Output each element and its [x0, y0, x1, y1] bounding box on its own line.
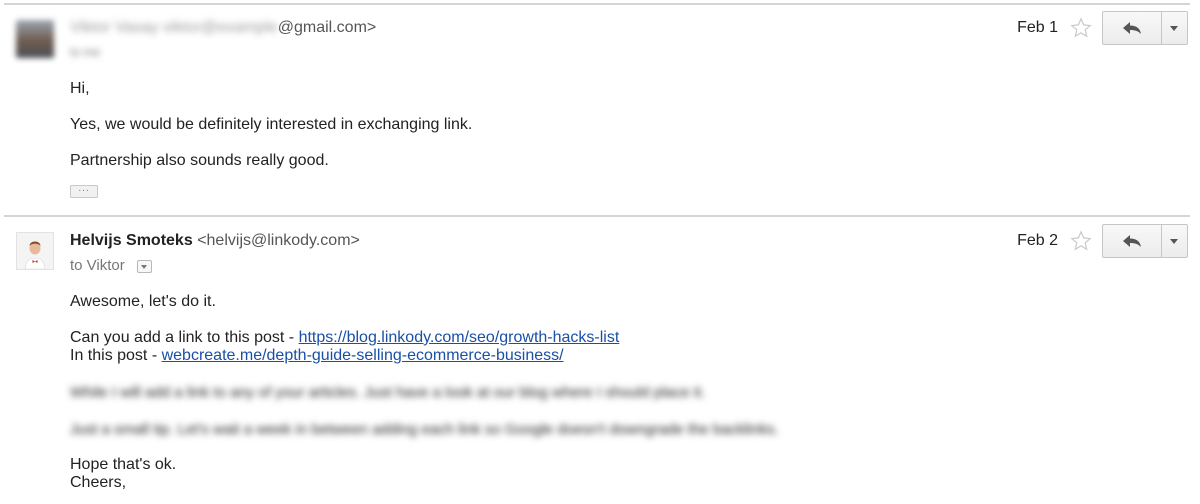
message-2-date: Feb 2 — [1017, 232, 1058, 249]
reply-button[interactable] — [1103, 12, 1162, 44]
star-icon[interactable] — [1070, 230, 1092, 252]
sender-email: <helvijs@linkody.com> — [197, 232, 360, 249]
message-2-link-line: Can you add a link to this post - https:… — [70, 329, 619, 347]
show-details-icon[interactable] — [136, 259, 152, 273]
sender-email-domain: @gmail.com> — [277, 19, 377, 36]
message-2-greeting: Awesome, let's do it. — [70, 293, 216, 310]
message-1-sender[interactable]: Viktor Vasay viktor@example@gmail.com> — [70, 19, 376, 37]
sender-avatar[interactable] — [16, 232, 54, 270]
sender-avatar[interactable] — [16, 20, 54, 58]
message-1-date: Feb 1 — [1017, 19, 1058, 36]
person-photo-icon — [17, 233, 53, 269]
closing-line: Hope that's ok. — [70, 456, 177, 473]
message-1-recipient[interactable]: to me — [70, 45, 100, 59]
message-1-line: Yes, we would be definitely interested i… — [70, 116, 473, 133]
message-1-line: Hi, — [70, 80, 90, 97]
recipient-label: to Viktor — [70, 257, 125, 274]
message-1-line: Partnership also sounds really good. — [70, 152, 329, 169]
closing-line: Cheers, — [70, 474, 127, 491]
reply-button[interactable] — [1103, 225, 1162, 257]
more-options-button[interactable] — [1161, 225, 1187, 257]
sender-email-redacted: viktor@example — [162, 19, 278, 36]
sender-name-redacted: Viktor Vasay — [70, 19, 159, 36]
reply-icon — [1123, 22, 1141, 34]
reply-button-group — [1102, 224, 1188, 258]
link-line-prefix: In this post - — [70, 347, 162, 364]
message-divider-top — [4, 3, 1190, 5]
message-2-recipient[interactable]: to Viktor — [70, 257, 152, 274]
message-2-link-line: In this post - webcreate.me/depth-guide-… — [70, 347, 564, 365]
redacted-line: Just a small tip. Let's wait a week in b… — [70, 421, 779, 438]
reply-icon — [1123, 235, 1141, 247]
star-icon[interactable] — [1070, 17, 1092, 39]
link-line-prefix: Can you add a link to this post - — [70, 329, 299, 346]
show-trimmed-content-button[interactable]: ... — [70, 184, 98, 198]
reply-button-group — [1102, 11, 1188, 45]
redacted-line: While I will add a link to any of your a… — [70, 384, 706, 401]
sender-name: Helvijs Smoteks — [70, 232, 193, 249]
message-divider — [4, 215, 1190, 217]
message-2-sender[interactable]: Helvijs Smoteks <helvijs@linkody.com> — [70, 232, 360, 250]
post-link[interactable]: https://blog.linkody.com/seo/growth-hack… — [299, 329, 620, 346]
post-link[interactable]: webcreate.me/depth-guide-selling-ecommer… — [162, 347, 564, 364]
more-options-button[interactable] — [1161, 12, 1187, 44]
